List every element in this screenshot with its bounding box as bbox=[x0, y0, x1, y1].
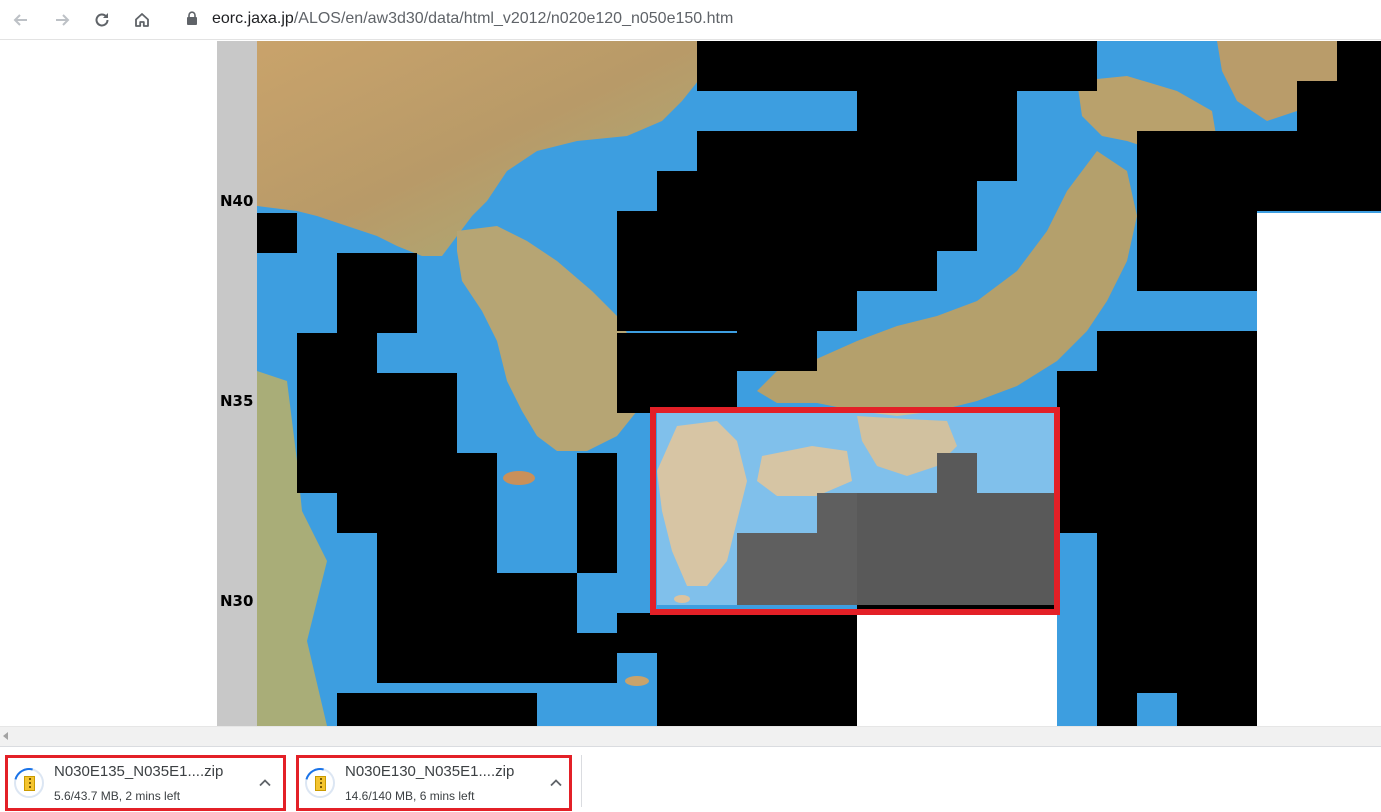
reload-button[interactable] bbox=[87, 5, 117, 35]
download-shelf: N030E135_N035E1....zip 5.6/43.7 MB, 2 mi… bbox=[0, 746, 1381, 812]
latitude-label-n30: N30 bbox=[220, 592, 254, 610]
download-progress-icon bbox=[8, 762, 50, 804]
browser-toolbar: eorc.jaxa.jp/ALOS/en/aw3d30/data/html_v2… bbox=[0, 0, 1381, 40]
download-filename: N030E135_N035E1....zip bbox=[54, 763, 224, 780]
forward-arrow-icon bbox=[56, 14, 70, 26]
forward-button[interactable] bbox=[47, 5, 77, 35]
shelf-separator bbox=[581, 755, 582, 807]
address-bar[interactable]: eorc.jaxa.jp/ALOS/en/aw3d30/data/html_v2… bbox=[170, 2, 1370, 36]
latitude-label-n35: N35 bbox=[220, 392, 254, 410]
lock-icon bbox=[187, 11, 197, 25]
download-item-2[interactable]: N030E130_N035E1....zip 14.6/140 MB, 6 mi… bbox=[296, 755, 572, 811]
latitude-axis-strip bbox=[217, 41, 257, 726]
chevron-up-icon[interactable] bbox=[547, 774, 565, 792]
tile-map[interactable] bbox=[257, 41, 1381, 726]
selected-dark-tile-2[interactable] bbox=[817, 493, 857, 533]
selected-dark-tile[interactable] bbox=[737, 533, 857, 605]
page-content: N40 N35 N30 bbox=[0, 41, 1381, 726]
url-host: eorc.jaxa.jp bbox=[212, 10, 294, 27]
horizontal-scrollbar[interactable] bbox=[0, 726, 1381, 746]
scroll-left-arrow-icon[interactable] bbox=[3, 732, 8, 740]
download-status: 5.6/43.7 MB, 2 mins left bbox=[54, 789, 181, 803]
back-button[interactable] bbox=[6, 5, 36, 35]
chevron-up-icon[interactable] bbox=[256, 774, 274, 792]
latitude-label-n40: N40 bbox=[220, 192, 254, 210]
zip-file-icon bbox=[315, 776, 326, 791]
download-filename: N030E130_N035E1....zip bbox=[345, 763, 515, 780]
home-button[interactable] bbox=[127, 5, 157, 35]
url-path: /ALOS/en/aw3d30/data/html_v2012/n020e120… bbox=[293, 10, 734, 27]
home-icon bbox=[135, 13, 149, 27]
back-arrow-icon bbox=[13, 14, 27, 26]
tile-map-svg[interactable] bbox=[257, 41, 1381, 726]
reload-icon bbox=[95, 13, 109, 27]
url-text: eorc.jaxa.jp/ALOS/en/aw3d30/data/html_v2… bbox=[212, 10, 733, 28]
download-item-1[interactable]: N030E135_N035E1....zip 5.6/43.7 MB, 2 mi… bbox=[5, 755, 286, 811]
jeju-island bbox=[503, 471, 535, 485]
selected-tiles[interactable] bbox=[650, 407, 1060, 615]
zip-file-icon bbox=[24, 776, 35, 791]
download-progress-icon bbox=[299, 762, 341, 804]
download-status: 14.6/140 MB, 6 mins left bbox=[345, 789, 475, 803]
small-island-2 bbox=[625, 676, 649, 686]
